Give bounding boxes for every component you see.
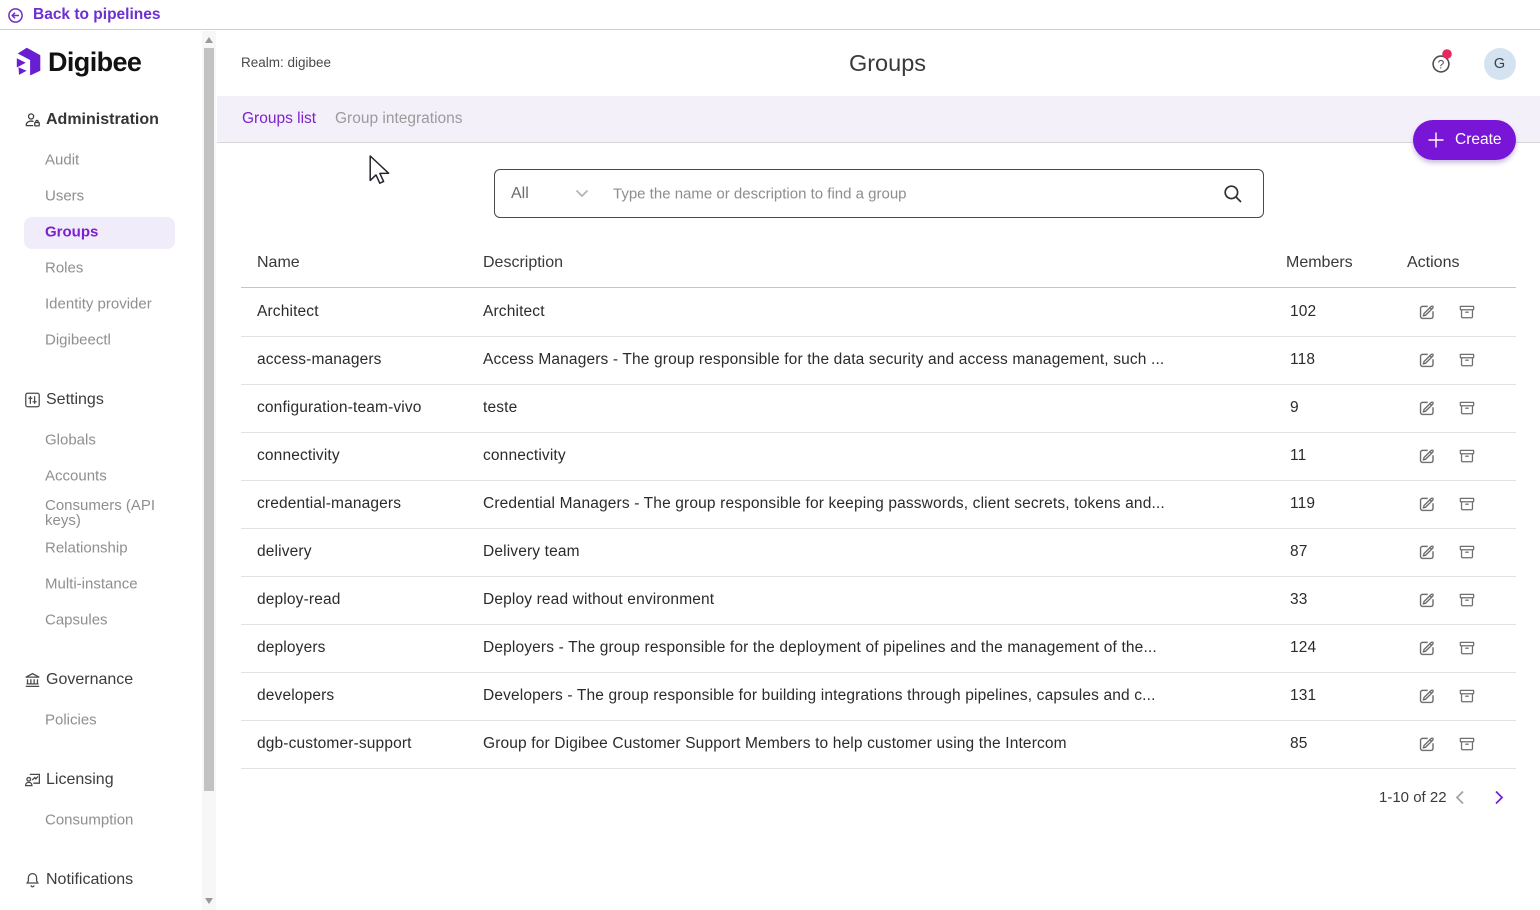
svg-text:?: ? bbox=[1438, 57, 1445, 71]
